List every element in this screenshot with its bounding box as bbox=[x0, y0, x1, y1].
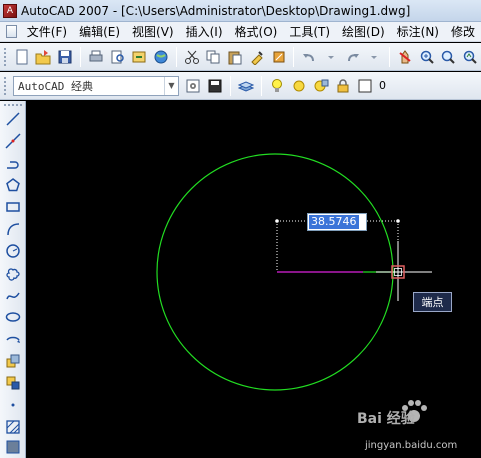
window-title: AutoCAD 2007 - [C:\Users\Administrator\D… bbox=[21, 3, 411, 18]
toolbar-separator bbox=[80, 46, 82, 67]
dimension-node-left bbox=[275, 219, 279, 223]
copy-icon[interactable] bbox=[204, 47, 224, 67]
arc-icon[interactable] bbox=[3, 219, 23, 239]
dynamic-input-field[interactable]: 38.5746 bbox=[307, 213, 367, 231]
layer-thaw-sun-icon[interactable] bbox=[289, 76, 309, 96]
toolbar-grip[interactable] bbox=[3, 75, 7, 96]
circle-icon[interactable] bbox=[3, 241, 23, 261]
watermark-brand: Bai 经验 bbox=[357, 411, 415, 427]
new-icon[interactable] bbox=[12, 47, 32, 67]
polygon-icon[interactable] bbox=[3, 175, 23, 195]
match-properties-icon[interactable] bbox=[247, 47, 267, 67]
watermark-url: jingyan.baidu.com bbox=[365, 440, 458, 451]
print-icon[interactable] bbox=[86, 47, 106, 67]
dynamic-input-value[interactable]: 38.5746 bbox=[309, 215, 359, 229]
menu-bar: 文件(F) 编辑(E) 视图(V) 插入(I) 格式(O) 工具(T) 绘图(D… bbox=[0, 22, 481, 42]
layer-on-bulb-icon[interactable] bbox=[267, 76, 287, 96]
gradient-icon[interactable] bbox=[3, 437, 23, 457]
save-icon[interactable] bbox=[55, 47, 75, 67]
layer-manager-icon[interactable] bbox=[236, 76, 256, 96]
ellipse-icon[interactable] bbox=[3, 307, 23, 327]
print-preview-icon[interactable] bbox=[108, 47, 128, 67]
open-icon[interactable] bbox=[34, 47, 54, 67]
toolbar-separator bbox=[230, 75, 231, 96]
zoom-previous-icon[interactable] bbox=[460, 47, 480, 67]
toolbar-grip[interactable] bbox=[3, 103, 23, 107]
dimension-node-right bbox=[396, 219, 400, 223]
current-layer-name[interactable]: 0 bbox=[379, 79, 386, 92]
line-tool-icon[interactable] bbox=[3, 109, 23, 129]
toolbar-separator bbox=[261, 75, 262, 96]
watermark: Bai 经验 jingyan.baidu.com bbox=[357, 396, 481, 456]
undo-dropdown-icon[interactable] bbox=[321, 47, 341, 67]
workspace-layers-toolbar: AutoCAD 经典 ▼ 0 bbox=[0, 72, 481, 100]
pan-realtime-icon[interactable] bbox=[395, 47, 415, 67]
toolbar-grip[interactable] bbox=[3, 46, 7, 67]
draw-toolbar bbox=[0, 101, 26, 458]
standard-toolbar bbox=[0, 43, 481, 71]
hatch-icon[interactable] bbox=[3, 417, 23, 437]
publish-icon[interactable] bbox=[129, 47, 149, 67]
layer-color-swatch-icon[interactable] bbox=[355, 76, 375, 96]
drawing-canvas[interactable]: 38.5746 端点 Bai 经验 jingyan.baidu.com bbox=[27, 101, 481, 458]
menu-edit[interactable]: 编辑(E) bbox=[73, 23, 126, 40]
menu-view[interactable]: 视图(V) bbox=[126, 23, 180, 40]
redo-dropdown-icon[interactable] bbox=[364, 47, 384, 67]
revision-cloud-icon[interactable] bbox=[3, 263, 23, 283]
menu-format[interactable]: 格式(O) bbox=[229, 23, 284, 40]
layer-lock-icon[interactable] bbox=[333, 76, 353, 96]
chevron-down-icon[interactable]: ▼ bbox=[164, 76, 178, 95]
paste-icon[interactable] bbox=[225, 47, 245, 67]
zoom-realtime-icon[interactable] bbox=[417, 47, 437, 67]
title-bar: A AutoCAD 2007 - [C:\Users\Administrator… bbox=[0, 0, 481, 22]
menu-tools[interactable]: 工具(T) bbox=[283, 23, 336, 40]
toolbar-separator bbox=[293, 46, 295, 67]
redo-icon[interactable] bbox=[343, 47, 363, 67]
ellipse-arc-icon[interactable] bbox=[3, 329, 23, 349]
document-icon[interactable] bbox=[6, 25, 17, 38]
make-block-icon[interactable] bbox=[3, 373, 23, 393]
layer-viewport-icon[interactable] bbox=[311, 76, 331, 96]
toolbar-separator bbox=[389, 46, 391, 67]
menu-dimension[interactable]: 标注(N) bbox=[391, 23, 445, 40]
toolbar-separator bbox=[175, 46, 177, 67]
block-editor-icon[interactable] bbox=[269, 47, 289, 67]
workspace-value: AutoCAD 经典 bbox=[18, 79, 93, 93]
spline-icon[interactable] bbox=[3, 285, 23, 305]
osnap-tooltip: 端点 bbox=[413, 292, 452, 312]
undo-icon[interactable] bbox=[299, 47, 319, 67]
dimension-extension-lines bbox=[276, 220, 399, 301]
save-workspace-icon[interactable] bbox=[205, 76, 225, 96]
insert-block-icon[interactable] bbox=[3, 351, 23, 371]
workspace-settings-icon[interactable] bbox=[183, 76, 203, 96]
construction-line-icon[interactable] bbox=[3, 131, 23, 151]
menu-insert[interactable]: 插入(I) bbox=[180, 23, 229, 40]
menu-file[interactable]: 文件(F) bbox=[21, 23, 73, 40]
polyline-icon[interactable] bbox=[3, 153, 23, 173]
workspace-dropdown[interactable]: AutoCAD 经典 ▼ bbox=[13, 75, 179, 96]
3d-dwf-icon[interactable] bbox=[151, 47, 171, 67]
menu-draw[interactable]: 绘图(D) bbox=[336, 23, 391, 40]
zoom-window-icon[interactable] bbox=[439, 47, 459, 67]
menu-modify[interactable]: 修改 bbox=[445, 23, 481, 40]
autocad-app-icon[interactable]: A bbox=[3, 3, 17, 18]
cut-icon[interactable] bbox=[182, 47, 202, 67]
point-icon[interactable] bbox=[3, 395, 23, 415]
rectangle-icon[interactable] bbox=[3, 197, 23, 217]
